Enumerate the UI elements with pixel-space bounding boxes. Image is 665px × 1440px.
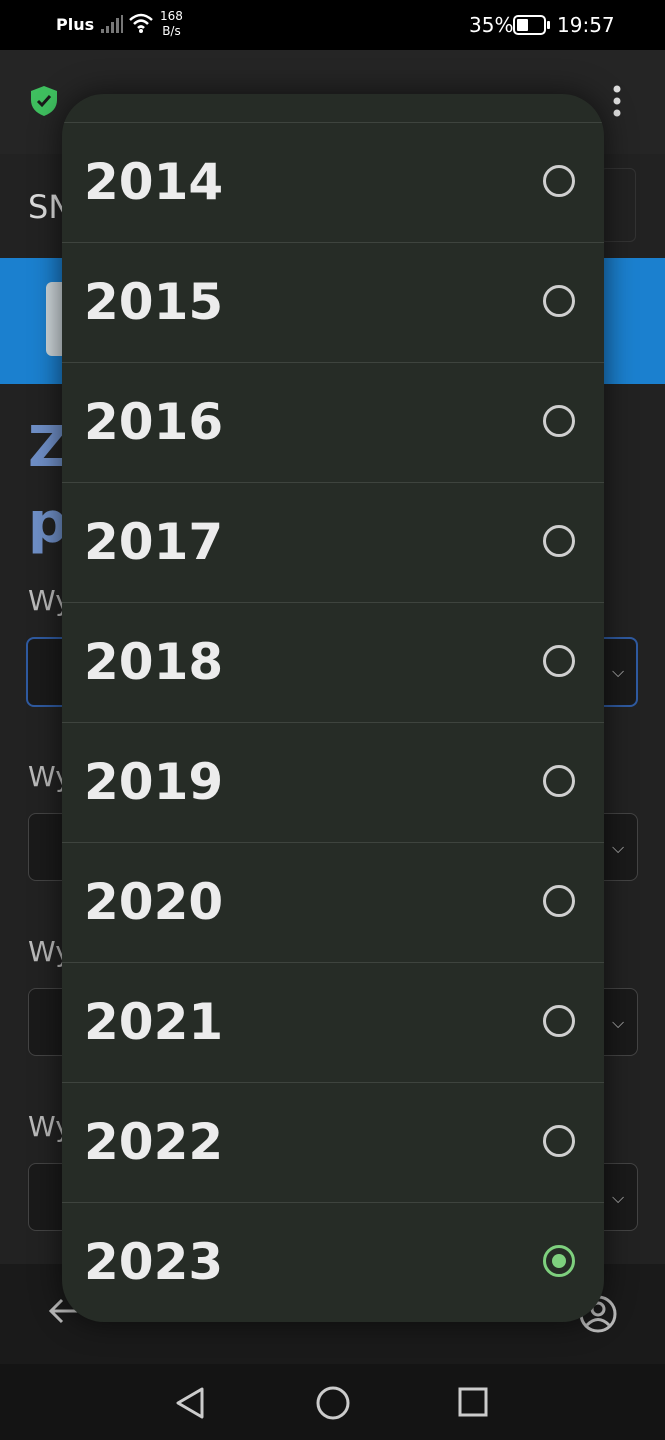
signal-icon: [100, 14, 124, 38]
year-option-2022[interactable]: 2022: [62, 1082, 604, 1202]
radio-unchecked-icon[interactable]: [543, 645, 575, 677]
radio-unchecked-icon[interactable]: [543, 285, 575, 317]
chevron-down-icon: ⌵: [612, 1188, 625, 1207]
year-option-label: 2020: [84, 873, 224, 931]
year-option-label: 2018: [84, 633, 224, 691]
year-option-2018[interactable]: 2018: [62, 602, 604, 722]
year-option-2015[interactable]: 2015: [62, 242, 604, 362]
year-option-2023[interactable]: 2023: [62, 1202, 604, 1322]
network-speed-value: 168: [160, 9, 183, 23]
year-option-2016[interactable]: 2016: [62, 362, 604, 482]
radio-unchecked-icon[interactable]: [543, 1125, 575, 1157]
radio-unchecked-icon[interactable]: [543, 405, 575, 437]
wifi-icon: [128, 12, 154, 38]
year-option-label: 2017: [84, 513, 224, 571]
nav-home-icon[interactable]: [315, 1385, 351, 1425]
year-picker-dialog: 2014 2015 2016 2017 2018 2019 2020 2021 2022 2023: [62, 94, 604, 1322]
year-option-label: 2016: [84, 393, 224, 451]
system-nav-bar: [0, 1364, 665, 1440]
year-option-2014[interactable]: 2014: [62, 122, 604, 242]
year-option-label: 2014: [84, 153, 224, 211]
year-option-label: 2023: [84, 1233, 224, 1291]
battery-percent: 35%: [469, 13, 514, 37]
radio-unchecked-icon[interactable]: [543, 765, 575, 797]
clock: 19:57: [557, 13, 615, 37]
chevron-down-icon: ⌵: [612, 662, 625, 681]
battery-icon: [513, 14, 551, 40]
radio-unchecked-icon[interactable]: [543, 165, 575, 197]
year-option-label: 2019: [84, 753, 224, 811]
radio-checked-icon[interactable]: [543, 1245, 575, 1277]
carrier-name: Plus: [56, 15, 95, 34]
radio-unchecked-icon[interactable]: [543, 885, 575, 917]
nav-recents-icon[interactable]: [457, 1386, 489, 1422]
chevron-down-icon: ⌵: [612, 1013, 625, 1032]
shield-icon[interactable]: [28, 84, 60, 122]
status-bar: Plus 168 B/s 35% 19:57: [0, 0, 665, 50]
more-menu-icon[interactable]: [612, 84, 622, 122]
nav-back-icon[interactable]: [174, 1386, 206, 1424]
chevron-down-icon: ⌵: [612, 838, 625, 857]
radio-unchecked-icon[interactable]: [543, 1005, 575, 1037]
year-option-2021[interactable]: 2021: [62, 962, 604, 1082]
year-option-2020[interactable]: 2020: [62, 842, 604, 962]
radio-unchecked-icon[interactable]: [543, 525, 575, 557]
year-option-label: 2022: [84, 1113, 224, 1171]
year-option-label: 2015: [84, 273, 224, 331]
year-option-2019[interactable]: 2019: [62, 722, 604, 842]
page-header-button[interactable]: [600, 168, 636, 242]
year-option-2017[interactable]: 2017: [62, 482, 604, 602]
network-speed-unit: B/s: [162, 24, 181, 38]
year-option-label: 2021: [84, 993, 224, 1051]
network-speed: 168 B/s: [160, 9, 183, 39]
